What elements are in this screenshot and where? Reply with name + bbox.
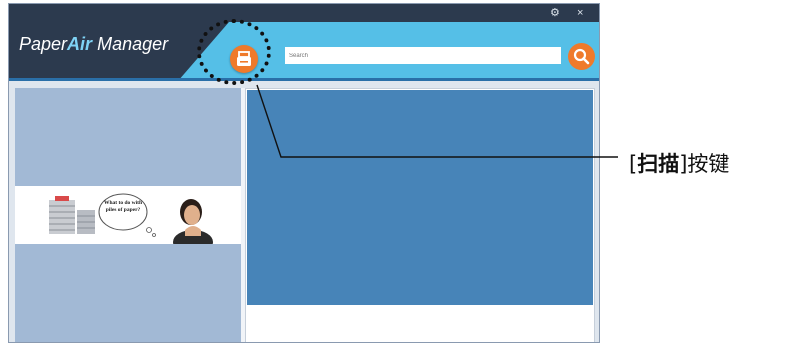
callout-bracket-open: [ (629, 152, 638, 176)
callout-label: [扫描]按键 (629, 148, 729, 178)
callout-name: 扫描 (637, 152, 680, 176)
callout-suffix: 按键 (687, 152, 730, 176)
